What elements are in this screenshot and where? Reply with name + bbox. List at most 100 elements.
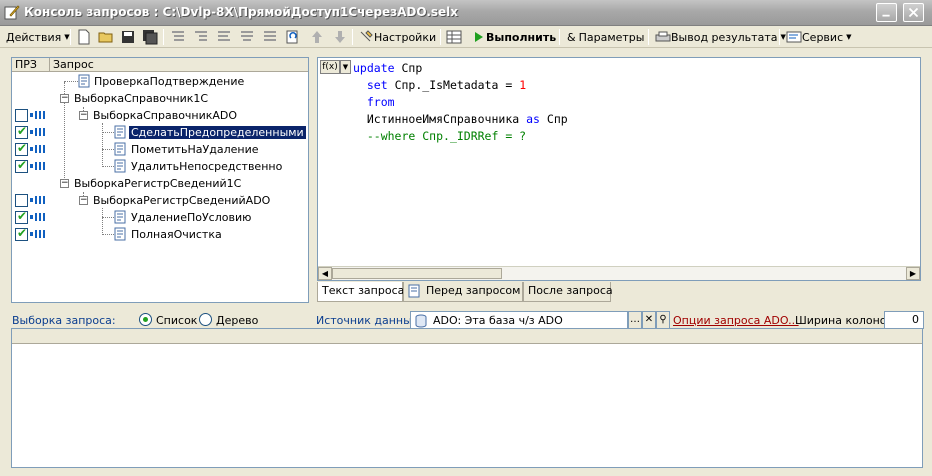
query-builder-button[interactable]	[446, 27, 462, 47]
tree-add-child-icon	[195, 31, 207, 41]
tree-op-button-1[interactable]	[170, 27, 186, 47]
minimize-button[interactable]	[876, 3, 897, 22]
tree-row[interactable]: ✔ ПометитьНаУдаление	[12, 141, 308, 158]
tree-edit-icon	[241, 31, 253, 41]
column-prz[interactable]: ПРЗ	[12, 58, 50, 72]
tree-row[interactable]: ✔ ПолнаяОчистка	[12, 226, 308, 243]
collapse-icon[interactable]: −	[60, 94, 69, 103]
radio-tree[interactable]	[199, 313, 212, 326]
checkbox[interactable]: ✔	[15, 141, 28, 156]
tree-row[interactable]: ✔ УдалитьНепосредственно	[12, 158, 308, 175]
execute-flag-icon	[30, 230, 45, 238]
clear-source-button[interactable]: ✕	[642, 311, 656, 329]
collapse-icon[interactable]: −	[60, 179, 69, 188]
tree-op-button-3[interactable]	[216, 27, 232, 47]
open-source-button[interactable]: ⚲	[656, 311, 670, 329]
tree-line	[64, 81, 78, 82]
params-button[interactable]: & Параметры	[567, 27, 644, 47]
column-width-input[interactable]: 0	[884, 311, 924, 329]
radio-dot	[143, 317, 148, 322]
collapse-icon[interactable]: −	[79, 196, 88, 205]
settings-button[interactable]: Настройки	[358, 27, 436, 47]
move-up-button[interactable]	[309, 27, 325, 47]
table-icon	[446, 30, 462, 44]
actions-menu-button[interactable]: Действия ▼	[6, 27, 70, 47]
tree-row[interactable]: − ВыборкаРегистрСведений1С	[12, 175, 308, 192]
refresh-button[interactable]	[285, 27, 301, 47]
data-source-field[interactable]: ADO: Эта база ч/з ADO	[410, 311, 628, 329]
column-query[interactable]: Запрос	[50, 58, 308, 72]
tree-row[interactable]: − ВыборкаСправочникADO	[12, 107, 308, 124]
save-button[interactable]	[120, 27, 136, 47]
play-icon	[475, 32, 483, 42]
tree-row[interactable]: ✔ УдалениеПоУсловию	[12, 209, 308, 226]
tree-delete-icon	[264, 31, 276, 41]
query-icon	[114, 210, 126, 224]
tree-row[interactable]: ✔ СделатьПредопределенными	[12, 124, 308, 141]
execute-flag-icon	[30, 162, 45, 170]
tree-op-button-5[interactable]	[262, 27, 278, 47]
output-menu-button[interactable]: Вывод результата ▼	[655, 27, 786, 47]
horizontal-scrollbar[interactable]: ◀ ▶	[318, 266, 920, 280]
function-button[interactable]: f(x)	[320, 60, 340, 74]
close-button[interactable]	[903, 3, 924, 22]
results-grid[interactable]	[11, 328, 923, 468]
tab-after-query[interactable]: После запроса	[523, 282, 613, 302]
scroll-right-icon[interactable]: ▶	[906, 267, 920, 280]
check-icon: ✔	[17, 209, 28, 223]
tree-row[interactable]: − ВыборкаРегистрСведенийADO	[12, 192, 308, 209]
tree-op-button-2[interactable]	[193, 27, 209, 47]
code-token: Спр	[401, 61, 423, 75]
scroll-left-icon[interactable]: ◀	[318, 267, 332, 280]
checkbox[interactable]: ✔	[15, 209, 28, 224]
new-button[interactable]	[76, 27, 92, 47]
tree-row[interactable]: − ВыборкаСправочник1С	[12, 90, 308, 107]
open-button[interactable]	[98, 27, 114, 47]
results-grid-header	[12, 329, 922, 344]
tree-row[interactable]: ПроверкаПодтверждение	[12, 73, 308, 90]
select-source-button[interactable]: …	[628, 311, 642, 329]
ado-options-link[interactable]: Опции запроса ADO...	[673, 314, 799, 327]
node-label: ВыборкаСправочникADO	[93, 109, 238, 122]
new-document-icon	[78, 29, 90, 45]
data-source-value: ADO: Эта база ч/з ADO	[433, 314, 563, 327]
query-text[interactable]: update Спр set Спр._IsMetadata = 1 from …	[353, 60, 568, 145]
run-button[interactable]: Выполнить	[470, 27, 556, 47]
window-pencil-icon	[4, 5, 20, 20]
toolbar-separator	[648, 29, 649, 45]
title-bar: Консоль запросов : C:\Dvlp-8X\ПрямойДост…	[0, 0, 932, 26]
checkbox[interactable]: ✔	[15, 226, 28, 241]
arrow-down-icon	[335, 31, 345, 43]
node-label: ВыборкаСправочник1С	[74, 92, 209, 105]
chevron-down-icon[interactable]: ▼	[340, 60, 351, 74]
tab-query-text[interactable]: Текст запроса	[317, 282, 404, 302]
minimize-icon	[882, 14, 890, 17]
output-label: Вывод результата	[671, 30, 778, 44]
radio-list[interactable]	[139, 313, 152, 326]
checkbox[interactable]	[15, 194, 28, 207]
service-label: Сервис	[802, 30, 844, 44]
service-menu-button[interactable]: Сервис ▼	[786, 27, 852, 47]
tree-line	[102, 234, 114, 235]
query-tree[interactable]: ПРЗ Запрос ПроверкаПодтверждение − Выбор…	[11, 57, 309, 303]
checkbox[interactable]: ✔	[15, 124, 28, 139]
query-editor[interactable]: f(x) ▼ update Спр set Спр._IsMetadata = …	[317, 57, 921, 281]
toolbar-separator	[779, 29, 780, 45]
save-as-button[interactable]	[142, 27, 158, 47]
actions-label: Действия	[6, 30, 62, 44]
query-icon	[408, 284, 420, 298]
radio-list-label: Список	[156, 314, 198, 327]
params-label: Параметры	[578, 30, 645, 44]
code-token: Спр._IsMetadata	[394, 78, 499, 92]
collapse-icon[interactable]: −	[79, 111, 88, 120]
ampersand-icon: &	[567, 30, 576, 44]
toolbar-separator	[163, 29, 164, 45]
tree-op-button-4[interactable]	[239, 27, 255, 47]
tab-before-query[interactable]: Перед запросом	[403, 282, 523, 302]
scroll-thumb[interactable]	[332, 268, 502, 279]
move-down-button[interactable]	[332, 27, 348, 47]
chevron-down-icon: ▼	[64, 33, 70, 41]
code-token: set	[366, 78, 388, 92]
checkbox[interactable]	[15, 109, 28, 122]
checkbox[interactable]: ✔	[15, 158, 28, 173]
